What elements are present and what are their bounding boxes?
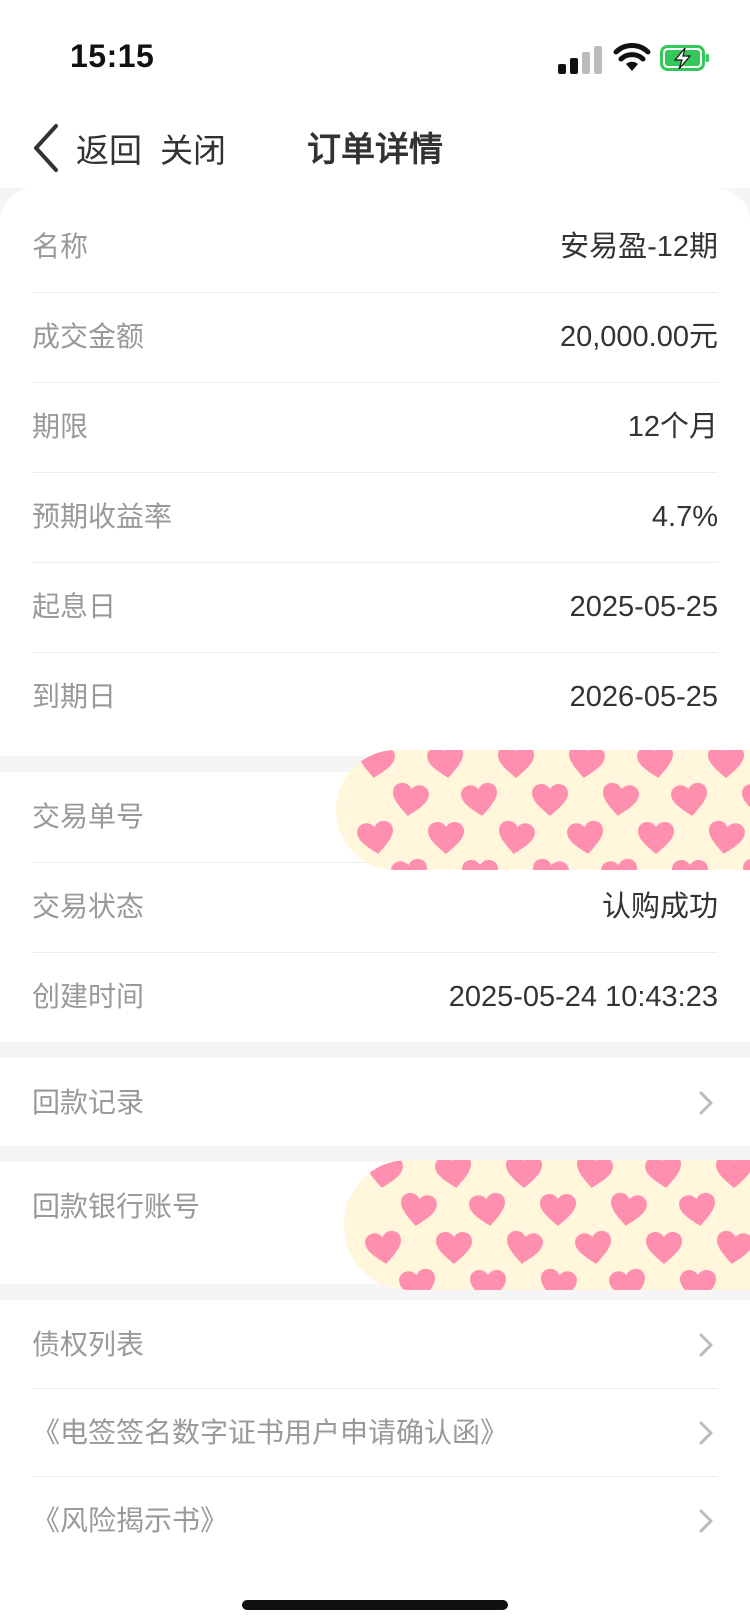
heart-icon [388, 855, 433, 870]
order-info-card: 名称 安易盈-12期 成交金额 20,000.00元 期限 12个月 预期收益率… [0, 188, 750, 756]
row-value: 2025-05-25 [569, 591, 718, 623]
created-time-row: 创建时间 2025-05-24 10:43:23 [32, 952, 718, 1042]
heart-icon [538, 1192, 578, 1228]
heart-icon [396, 1265, 441, 1290]
row-label: 《风险揭示书》 [32, 1505, 229, 1536]
row-value: 20,000.00元 [559, 321, 718, 353]
heart-icon [354, 750, 399, 783]
repayment-record-row[interactable]: 回款记录 [32, 1058, 718, 1148]
heart-icon [432, 1160, 477, 1193]
heart-icon [362, 1160, 407, 1193]
status-value: 认购成功 [601, 891, 718, 923]
heart-icon [564, 817, 609, 858]
status-time: 15:15 [70, 38, 155, 74]
redaction-sticker [344, 1160, 750, 1290]
heart-icon [606, 1265, 651, 1290]
heart-icon [598, 855, 643, 870]
page-title: 订单详情 [307, 131, 443, 169]
heart-icon [606, 1189, 651, 1230]
row-label: 交易单号 [32, 801, 145, 832]
row-label: 到期日 [32, 681, 117, 712]
heart-icon [426, 820, 466, 856]
row-label: 交易状态 [32, 891, 145, 922]
heart-icon [636, 820, 676, 856]
heart-icon [396, 1189, 441, 1230]
chevron-right-icon [699, 1333, 713, 1357]
heart-icon [572, 1227, 617, 1268]
heart-icon [572, 1160, 617, 1193]
heart-icon [598, 779, 643, 820]
heart-icon [468, 1268, 508, 1290]
heart-icon [504, 1160, 544, 1190]
chevron-right-icon [699, 1421, 713, 1445]
document-row[interactable]: 《电签签名数字证书用户申请确认函》 [32, 1388, 718, 1478]
status-row: 交易状态 认购成功 [32, 862, 718, 952]
status-bar: 15:15 [0, 0, 750, 110]
heart-icon [642, 1160, 687, 1193]
row-label: 债权列表 [32, 1329, 145, 1360]
wifi-icon [613, 43, 651, 71]
document-row[interactable]: 债权列表 [32, 1300, 718, 1390]
heart-icon [434, 1230, 474, 1266]
heart-icon [668, 779, 713, 820]
created-time-value: 2025-05-24 10:43:23 [448, 981, 718, 1013]
heart-icon [746, 1265, 750, 1290]
heart-icon [496, 750, 536, 780]
redaction-sticker [336, 750, 750, 870]
heart-icon [530, 782, 570, 818]
home-indicator [242, 1600, 508, 1610]
chevron-right-icon [699, 1091, 713, 1115]
heart-icon [644, 1230, 684, 1266]
heart-icon [714, 1160, 750, 1190]
order-info-row: 成交金额 20,000.00元 [32, 292, 718, 382]
order-info-row: 预期收益率 4.7% [32, 472, 718, 562]
heart-icon [740, 782, 750, 818]
row-label: 成交金额 [32, 321, 145, 352]
documents-card: 债权列表 《电签签名数字证书用户申请确认函》 《风险揭示书》 [0, 1300, 750, 1624]
order-info-row: 到期日 2026-05-25 [32, 652, 718, 742]
heart-icon [424, 750, 469, 783]
heart-icon [362, 1227, 407, 1268]
heart-icon [494, 817, 539, 858]
row-label: 期限 [32, 411, 89, 442]
heart-icon [712, 1227, 750, 1268]
heart-icon [704, 817, 749, 858]
order-info-row: 起息日 2025-05-25 [32, 562, 718, 652]
document-row[interactable]: 《风险揭示书》 [32, 1476, 718, 1566]
heart-icon [528, 855, 573, 870]
heart-icon [676, 1189, 721, 1230]
heart-icon [502, 1227, 547, 1268]
heart-icon [354, 817, 399, 858]
row-label: 创建时间 [32, 981, 145, 1012]
row-value: 安易盈-12期 [560, 231, 718, 263]
heart-icon [466, 1189, 511, 1230]
order-info-row: 名称 安易盈-12期 [32, 202, 718, 292]
heart-icon [536, 1265, 581, 1290]
row-value: 2026-05-25 [569, 681, 718, 713]
row-label: 预期收益率 [32, 501, 173, 532]
heart-icon [460, 858, 500, 870]
row-label: 回款银行账号 [32, 1191, 201, 1222]
nav-bar: 返回 关闭 订单详情 [0, 110, 750, 188]
battery-charging-icon [660, 45, 709, 71]
repayment-record-card: 回款记录 [0, 1058, 750, 1146]
row-label: 《电签签名数字证书用户申请确认函》 [32, 1417, 509, 1448]
row-label: 回款记录 [32, 1087, 145, 1118]
order-info-row: 期限 12个月 [32, 382, 718, 472]
heart-icon [678, 1268, 718, 1290]
row-value: 4.7% [651, 501, 718, 533]
chevron-right-icon [699, 1509, 713, 1533]
heart-icon [388, 779, 433, 820]
heart-icon [564, 750, 609, 783]
row-label: 起息日 [32, 591, 117, 622]
row-label: 名称 [32, 231, 89, 262]
heart-icon [634, 750, 679, 783]
row-value: 12个月 [627, 411, 718, 443]
heart-icon [458, 779, 503, 820]
cellular-signal-icon [558, 44, 602, 74]
heart-icon [706, 750, 746, 780]
heart-icon [670, 858, 710, 870]
